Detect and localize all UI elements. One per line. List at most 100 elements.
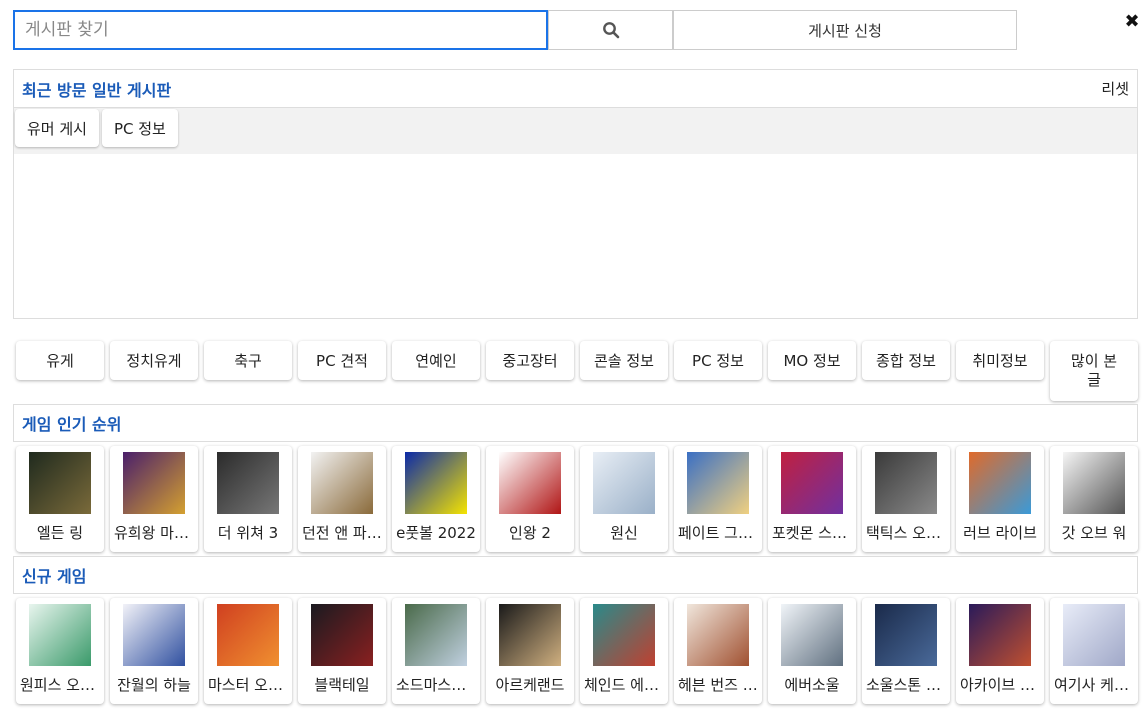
game-card[interactable]: 원신 — [580, 446, 668, 552]
game-name: 러브 라이브 — [963, 524, 1037, 542]
game-thumbnail — [405, 604, 467, 666]
category-button[interactable]: 정치유게 — [110, 341, 198, 380]
game-card[interactable]: 에버소울 — [768, 598, 856, 704]
game-card[interactable]: 유희왕 마스터 듀얼 — [110, 446, 198, 552]
game-name: 던전 앤 파이터 — [302, 524, 382, 542]
category-button[interactable]: PC 정보 — [674, 341, 762, 380]
game-thumbnail — [687, 604, 749, 666]
game-name: 소드마스터 스토리 — [396, 676, 476, 694]
game-name: 소울스톤 서바이버 — [866, 676, 946, 694]
recent-board-chip[interactable]: PC 정보 — [101, 109, 178, 147]
game-card[interactable]: 여기사 케이티 — [1050, 598, 1138, 704]
game-name: 유희왕 마스터 듀얼 — [114, 524, 194, 542]
game-card[interactable]: 헤븐 번즈 레드 — [674, 598, 762, 704]
game-card[interactable]: 던전 앤 파이터 — [298, 446, 386, 552]
game-name: 아르케랜드 — [495, 676, 565, 694]
game-thumbnail — [217, 452, 279, 514]
game-card[interactable]: 소드마스터 스토리 — [392, 598, 480, 704]
game-name: 에버소울 — [784, 676, 840, 694]
game-name: 블랙테일 — [314, 676, 370, 694]
game-thumbnail — [969, 604, 1031, 666]
game-card[interactable]: 택틱스 오우거 — [862, 446, 950, 552]
game-thumbnail — [311, 604, 373, 666]
game-thumbnail — [781, 452, 843, 514]
game-card[interactable]: 페이트 그랜드 오더 — [674, 446, 762, 552]
close-icon: ✖ — [1124, 10, 1140, 32]
game-name: 포켓몬 스칼렛 바이올렛 — [772, 524, 852, 542]
game-thumbnail — [593, 452, 655, 514]
game-card[interactable]: 블랙테일 — [298, 598, 386, 704]
recent-boards-title: 최근 방문 일반 게시판 — [22, 80, 172, 100]
category-button[interactable]: MO 정보 — [768, 341, 856, 380]
game-card[interactable]: 마스터 오브 나이츠 — [204, 598, 292, 704]
game-card[interactable]: 소울스톤 서바이버 — [862, 598, 950, 704]
game-name: 택틱스 오우거 — [866, 524, 946, 542]
game-name: 원신 — [610, 524, 638, 542]
category-button[interactable]: 축구 — [204, 341, 292, 380]
game-thumbnail — [1063, 452, 1125, 514]
new-games-list: 원피스 오디세이 잔월의 하늘 마스터 오브 나이츠 블랙테일 소드마스터 스토리 아르케… — [16, 598, 1138, 704]
game-thumbnail — [1063, 604, 1125, 666]
game-name: 아카이브 오브 페이트 — [960, 676, 1040, 694]
game-name: 페이트 그랜드 오더 — [678, 524, 758, 542]
game-card[interactable]: 포켓몬 스칼렛 바이올렛 — [768, 446, 856, 552]
board-apply-button[interactable]: 게시판 신청 — [673, 10, 1017, 50]
game-card[interactable]: 갓 오브 워 — [1050, 446, 1138, 552]
category-button[interactable]: 많이 본 글 — [1050, 341, 1138, 401]
game-card[interactable]: 원피스 오디세이 — [16, 598, 104, 704]
category-button[interactable]: PC 견적 — [298, 341, 386, 380]
category-button[interactable]: 연예인 — [392, 341, 480, 380]
category-button[interactable]: 중고장터 — [486, 341, 574, 380]
game-thumbnail — [123, 604, 185, 666]
game-thumbnail — [593, 604, 655, 666]
game-card[interactable]: 엘든 링 — [16, 446, 104, 552]
category-button[interactable]: 유게 — [16, 341, 104, 380]
game-card[interactable]: 아르케랜드 — [486, 598, 574, 704]
popular-games-list: 엘든 링 유희왕 마스터 듀얼 더 위쳐 3 던전 앤 파이터 e풋볼 2022 인왕 2… — [16, 446, 1138, 552]
game-name: 인왕 2 — [509, 524, 551, 542]
game-name: 원피스 오디세이 — [20, 676, 100, 694]
popular-games-title: 게임 인기 순위 — [22, 415, 122, 434]
recent-board-chip[interactable]: 유머 게시 — [15, 109, 99, 147]
game-thumbnail — [311, 452, 373, 514]
game-thumbnail — [781, 604, 843, 666]
game-thumbnail — [969, 452, 1031, 514]
game-card[interactable]: e풋볼 2022 — [392, 446, 480, 552]
game-thumbnail — [687, 452, 749, 514]
game-thumbnail — [217, 604, 279, 666]
game-name: 더 위쳐 3 — [217, 524, 279, 542]
recent-boards-header: 최근 방문 일반 게시판 리셋 — [14, 70, 1137, 108]
game-thumbnail — [29, 452, 91, 514]
search-input[interactable] — [13, 10, 548, 50]
game-card[interactable]: 인왕 2 — [486, 446, 574, 552]
close-button[interactable]: ✖ — [1121, 10, 1143, 32]
search-button[interactable] — [548, 10, 673, 50]
game-card[interactable]: 더 위쳐 3 — [204, 446, 292, 552]
recent-boards-panel: 최근 방문 일반 게시판 리셋 유머 게시 PC 정보 — [13, 69, 1138, 319]
game-card[interactable]: 체인드 에코스 — [580, 598, 668, 704]
game-card[interactable]: 러브 라이브 — [956, 446, 1044, 552]
category-button[interactable]: 종합 정보 — [862, 341, 950, 380]
new-games-title: 신규 게임 — [22, 567, 87, 586]
reset-link[interactable]: 리셋 — [1101, 78, 1129, 99]
game-thumbnail — [875, 604, 937, 666]
game-thumbnail — [875, 452, 937, 514]
new-games-header: 신규 게임 — [13, 556, 1138, 594]
game-card[interactable]: 아카이브 오브 페이트 — [956, 598, 1044, 704]
game-card[interactable]: 잔월의 하늘 — [110, 598, 198, 704]
category-button[interactable]: 콘솔 정보 — [580, 341, 668, 380]
popular-games-header: 게임 인기 순위 — [13, 404, 1138, 442]
game-thumbnail — [499, 604, 561, 666]
game-thumbnail — [123, 452, 185, 514]
game-name: 체인드 에코스 — [584, 676, 664, 694]
category-button[interactable]: 취미정보 — [956, 341, 1044, 380]
game-name: 헤븐 번즈 레드 — [678, 676, 758, 694]
game-name: 잔월의 하늘 — [117, 676, 191, 694]
recent-boards-list: 유머 게시 PC 정보 — [14, 108, 1137, 154]
game-name: 마스터 오브 나이츠 — [208, 676, 288, 694]
game-thumbnail — [499, 452, 561, 514]
game-thumbnail — [405, 452, 467, 514]
game-name: 갓 오브 워 — [1061, 524, 1127, 542]
search-icon — [602, 22, 619, 39]
game-thumbnail — [29, 604, 91, 666]
